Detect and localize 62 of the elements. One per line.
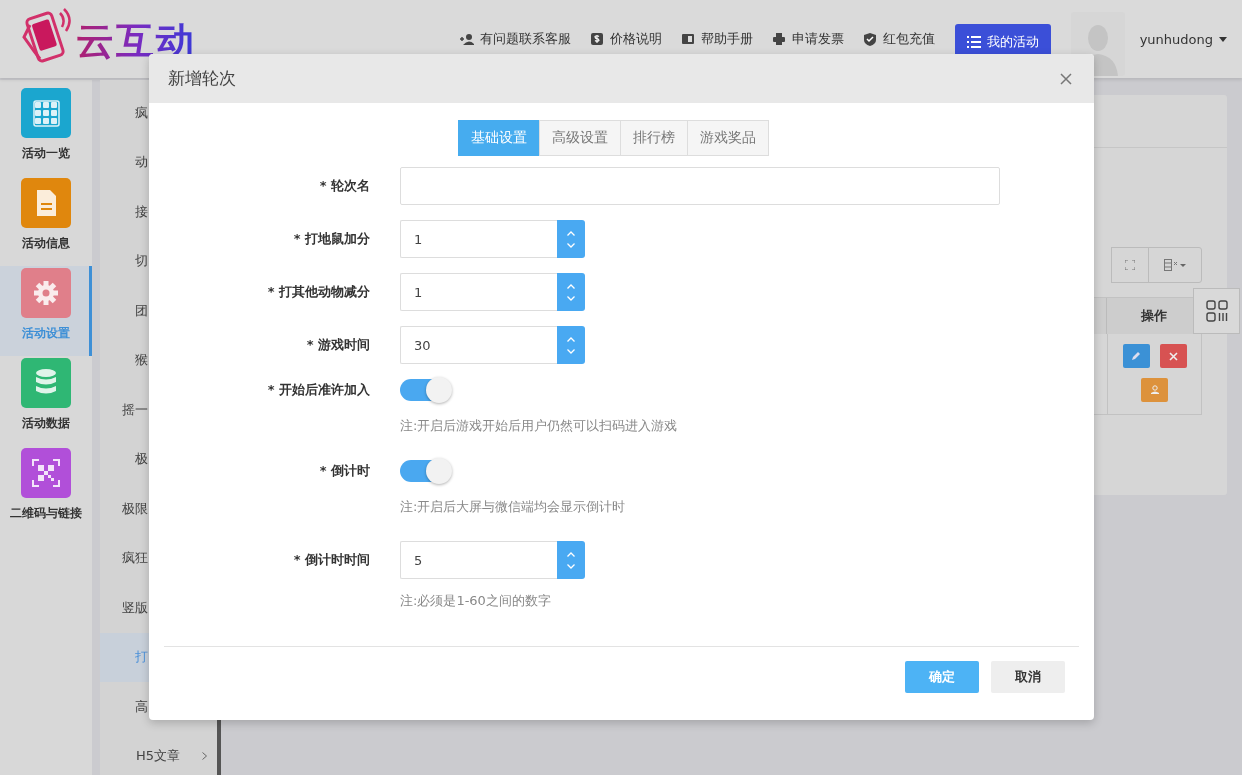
- qr-code-icon: [21, 448, 71, 498]
- field-label: * 游戏时间: [305, 336, 370, 354]
- fullscreen-icon: [1125, 260, 1135, 270]
- layout-toggle-button[interactable]: [1193, 288, 1240, 334]
- nav-link[interactable]: 有问题联系客服: [459, 30, 571, 48]
- nav-link[interactable]: 帮助手册: [680, 30, 753, 48]
- sidebar-item[interactable]: 活动一览: [0, 86, 92, 176]
- chevron-up-icon: [567, 336, 575, 342]
- list-icon: [966, 36, 981, 48]
- toggle-switch[interactable]: [400, 460, 450, 482]
- close-icon: [1060, 72, 1072, 85]
- subnav-item[interactable]: H5文章: [100, 731, 217, 775]
- input-field[interactable]: [400, 167, 1000, 205]
- phone-icon: [22, 7, 72, 65]
- pencil-icon: [1131, 351, 1141, 361]
- edit-button[interactable]: [1122, 344, 1150, 368]
- grid-icon: [21, 88, 71, 138]
- hint-text: 注:开启后游戏开始后用户仍然可以扫码进入游戏: [400, 417, 679, 435]
- chevron-up-icon: [567, 283, 575, 289]
- sidebar-item[interactable]: 活动信息: [0, 176, 92, 266]
- nav-link[interactable]: 申请发票: [771, 30, 844, 48]
- delete-button[interactable]: [1159, 344, 1187, 368]
- field-label: * 轮次名: [318, 177, 370, 195]
- gear-icon: [21, 268, 71, 318]
- sidebar-item[interactable]: 活动数据: [0, 356, 92, 446]
- user-button[interactable]: [1141, 378, 1168, 402]
- field-label: * 打其他动物减分: [266, 283, 370, 301]
- dialog-title: 新增轮次: [168, 67, 236, 90]
- add-user-icon: [459, 32, 474, 46]
- chevron-right-icon: [202, 752, 207, 761]
- field-label: * 倒计时: [318, 462, 370, 480]
- columns-button[interactable]: [1148, 247, 1202, 283]
- close-icon: [1168, 351, 1178, 361]
- chevron-down-icon: [567, 295, 575, 301]
- hint-text: 注:开启后大屏与微信端均会显示倒计时: [400, 498, 627, 516]
- caret-icon: [1219, 36, 1227, 42]
- user-menu[interactable]: yunhudong: [1139, 31, 1227, 47]
- database-icon: [21, 358, 71, 408]
- grid-layout-icon: [1205, 300, 1228, 322]
- field-label: * 开始后准许加入: [266, 381, 370, 399]
- columns-icon: [1164, 259, 1186, 271]
- chevron-down-icon: [567, 563, 575, 569]
- cancel-button[interactable]: 取消: [991, 661, 1065, 693]
- book-icon: [680, 32, 695, 46]
- chevron-up-icon: [567, 230, 575, 236]
- field-label: * 打地鼠加分: [292, 230, 370, 248]
- tab[interactable]: 游戏奖品: [686, 120, 769, 156]
- dollar-icon: [589, 32, 604, 46]
- tab[interactable]: 高级设置: [538, 120, 621, 156]
- chevron-down-icon: [567, 348, 575, 354]
- toggle-switch[interactable]: [400, 379, 450, 401]
- shield-check-icon: [862, 32, 877, 46]
- sidebar-item[interactable]: 二维码与链接: [0, 446, 92, 536]
- chevron-down-icon: [567, 242, 575, 248]
- hint-text: 注:必须是1-60之间的数字: [400, 592, 552, 610]
- nav-link[interactable]: 价格说明: [589, 30, 662, 48]
- nav-link[interactable]: 红包充值: [862, 30, 935, 48]
- tab[interactable]: 排行榜: [619, 120, 688, 156]
- chevron-up-icon: [567, 551, 575, 557]
- document-icon: [21, 178, 71, 228]
- person-icon: [1149, 385, 1160, 395]
- field-label: * 倒计时时间: [292, 551, 370, 569]
